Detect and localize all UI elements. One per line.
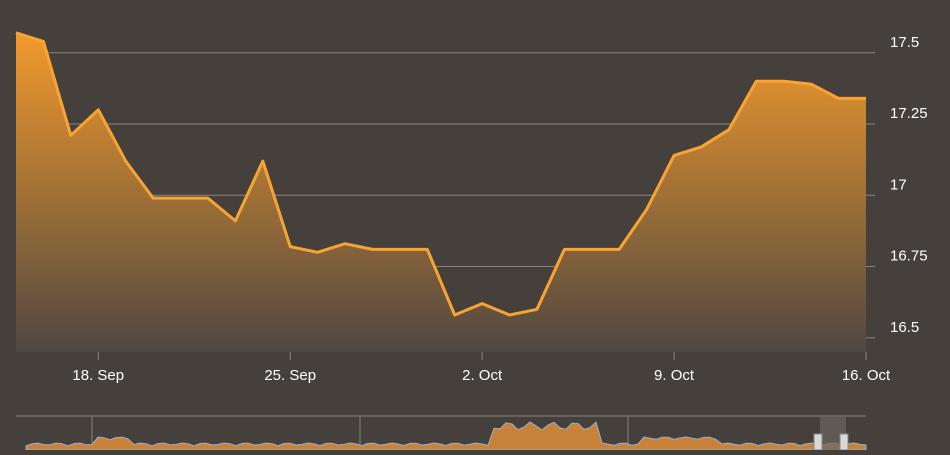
series-area <box>16 33 866 352</box>
y-axis-labels: 16.5 16.75 17 17.25 17.5 <box>890 34 928 336</box>
area-fill <box>16 33 866 352</box>
y-tick-label: 17.5 <box>890 34 919 51</box>
x-tick-label: 2. Oct <box>462 367 503 384</box>
y-tick-label: 17 <box>890 176 907 193</box>
y-tick-label: 17.25 <box>890 105 928 122</box>
navigator-handle-right[interactable] <box>840 434 848 450</box>
navigator-handle-left[interactable] <box>814 434 822 450</box>
chart: 16.5 16.75 17 17.25 17.5 18. Sep 25. Sep 2. Oc… <box>0 0 950 450</box>
x-tick-label: 18. Sep <box>72 367 124 384</box>
x-axis-labels: 18. Sep 25. Sep 2. Oct 9. Oct 16. Oct <box>72 352 891 384</box>
y-tick-label: 16.75 <box>890 248 928 265</box>
x-tick-label: 25. Sep <box>264 367 316 384</box>
navigator[interactable] <box>16 416 866 450</box>
x-tick-label: 9. Oct <box>654 367 695 384</box>
navigator-series <box>26 422 866 450</box>
x-tick-label: 16. Oct <box>842 367 891 384</box>
y-tick-label: 16.5 <box>890 319 919 336</box>
chart-svg: 16.5 16.75 17 17.25 17.5 18. Sep 25. Sep 2. Oc… <box>0 0 950 450</box>
